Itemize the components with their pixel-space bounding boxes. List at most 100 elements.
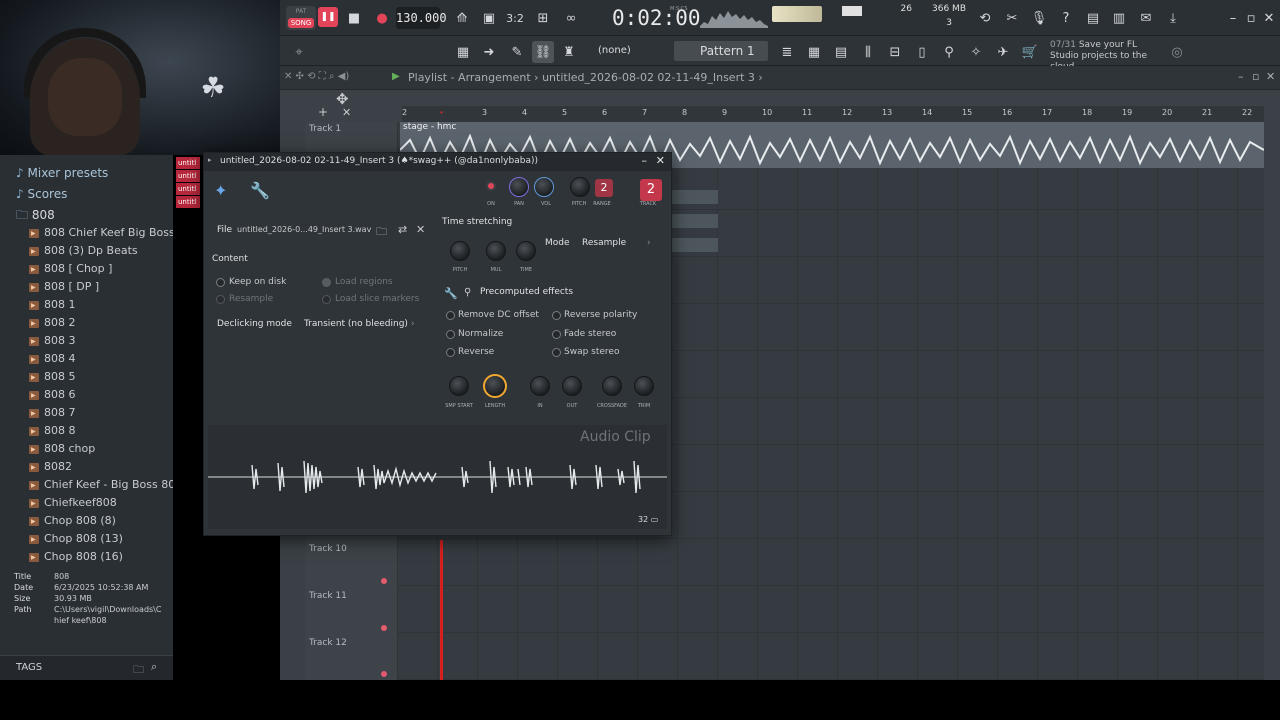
browser-file[interactable]: 808 5 bbox=[0, 368, 173, 386]
piano-roll-icon[interactable]: ▤ bbox=[830, 41, 852, 63]
help-icon[interactable]: ? bbox=[1055, 7, 1077, 29]
track-12-label[interactable]: Track 12 bbox=[309, 638, 347, 648]
cut-icon[interactable]: ✂ bbox=[1001, 7, 1023, 29]
pencil-icon[interactable]: ✎ bbox=[506, 41, 528, 63]
track-1-label[interactable]: Track 1 bbox=[309, 124, 341, 134]
file-name[interactable]: untitled_2026-0...49_Insert 3.wav bbox=[237, 225, 371, 234]
step-edit-icon[interactable]: ⊞ bbox=[532, 7, 554, 29]
swap-stereo-radio[interactable] bbox=[552, 348, 561, 357]
channel-on-button[interactable] bbox=[486, 181, 496, 191]
wait-input-icon[interactable]: ▣ bbox=[478, 7, 500, 29]
tempo-display[interactable]: 130.000 bbox=[396, 7, 447, 29]
out-knob[interactable] bbox=[562, 376, 582, 396]
declicking-select[interactable]: Transient (no bleeding) › bbox=[304, 319, 414, 329]
stop-icon[interactable]: ■ bbox=[343, 7, 365, 29]
fade-stereo-radio[interactable] bbox=[552, 330, 561, 339]
browser-file[interactable]: Chop 808 (13) bbox=[0, 530, 173, 548]
browser-folder-scores[interactable]: ♪ Scores bbox=[16, 184, 67, 204]
browser-file[interactable]: Chief Keef - Big Boss 808 bbox=[0, 476, 173, 494]
zoom-control[interactable]: 32 ▭ bbox=[638, 515, 658, 524]
playlist-icon[interactable]: ≣ bbox=[776, 41, 798, 63]
browser-file[interactable]: 808 1 bbox=[0, 296, 173, 314]
ts-pitch-knob[interactable] bbox=[450, 241, 470, 261]
link-icon[interactable]: ⛓ bbox=[532, 41, 554, 63]
save-icon[interactable]: ▤ bbox=[1082, 7, 1104, 29]
touch-icon[interactable]: ✧ bbox=[965, 41, 987, 63]
reverse-polarity-radio[interactable] bbox=[552, 311, 561, 320]
browser-file[interactable]: 808 4 bbox=[0, 350, 173, 368]
maximize-icon[interactable]: ▫ bbox=[1252, 70, 1259, 83]
channel-rack-icon[interactable]: ▦ bbox=[803, 41, 825, 63]
track-11-label[interactable]: Track 11 bbox=[309, 591, 347, 601]
channel-tab[interactable]: untitl bbox=[176, 183, 200, 195]
channel-tab[interactable]: untitl bbox=[176, 170, 200, 182]
browser-file[interactable]: 808 [ DP ] bbox=[0, 278, 173, 296]
load-regions-radio[interactable] bbox=[322, 278, 331, 287]
remove-file-icon[interactable]: ✕ bbox=[416, 223, 425, 236]
mini-audio-clip[interactable] bbox=[671, 214, 718, 228]
browser-file[interactable]: 808 (3) Dp Beats bbox=[0, 242, 173, 260]
wrench-tab-icon[interactable]: 🔧 bbox=[250, 181, 270, 200]
browser-file[interactable]: 808 6 bbox=[0, 386, 173, 404]
loop-record-icon[interactable]: ∞ bbox=[560, 7, 582, 29]
arrow-right-icon[interactable]: ➜ bbox=[478, 41, 500, 63]
smp-start-knob[interactable] bbox=[449, 376, 469, 396]
download-icon[interactable]: ⤓ bbox=[1162, 7, 1184, 29]
track-12-dot[interactable] bbox=[381, 671, 387, 677]
stamp-icon[interactable]: ♜ bbox=[558, 41, 580, 63]
keep-on-disk-radio[interactable] bbox=[216, 278, 225, 287]
browser-file[interactable]: 808 chop bbox=[0, 440, 173, 458]
pitch-knob[interactable] bbox=[570, 177, 590, 197]
normalize-radio[interactable] bbox=[446, 330, 455, 339]
globe-icon[interactable]: ◎ bbox=[1166, 41, 1188, 63]
in-knob[interactable] bbox=[530, 376, 550, 396]
minimize-icon[interactable]: – bbox=[642, 154, 648, 167]
mixer-icon[interactable]: ⫼ bbox=[857, 41, 879, 63]
mode-select[interactable]: Resample › bbox=[582, 238, 651, 248]
crossfade-knob[interactable] bbox=[602, 376, 622, 396]
volume-knob[interactable] bbox=[534, 177, 554, 197]
close-icon[interactable]: ✕ bbox=[656, 154, 665, 167]
browser-icon[interactable]: ⊟ bbox=[884, 41, 906, 63]
close-icon[interactable]: ✕ bbox=[1266, 70, 1275, 83]
channel-titlebar[interactable]: ▸ untitled_2026-08-02 02-11-49_Insert 3 … bbox=[204, 153, 671, 171]
arrow-icon[interactable]: ▸ bbox=[208, 156, 212, 164]
close-icon[interactable]: ✕ bbox=[1258, 7, 1280, 29]
browser-folder-808[interactable]: 🗀 808 bbox=[16, 205, 55, 225]
window-controls-icon[interactable]: ✕ ✣ ⟲ ⛶ ⌕ ◀) bbox=[284, 71, 349, 82]
length-knob[interactable] bbox=[483, 374, 507, 398]
remove-dc-radio[interactable] bbox=[446, 311, 455, 320]
sample-waveform-tab-icon[interactable]: ✦ bbox=[214, 181, 227, 200]
mixer-track-box[interactable]: 2 bbox=[640, 179, 662, 201]
ts-mul-knob[interactable] bbox=[486, 241, 506, 261]
channel-tab[interactable]: untitl bbox=[176, 157, 200, 169]
browser-file[interactable]: Chop 808 (16) bbox=[0, 548, 173, 566]
track-10-dot[interactable] bbox=[381, 578, 387, 584]
record-icon[interactable]: ● bbox=[371, 7, 393, 29]
pan-knob[interactable] bbox=[509, 177, 529, 197]
browser-file[interactable]: 8082 bbox=[0, 458, 173, 476]
load-slice-markers-radio[interactable] bbox=[322, 295, 331, 304]
cart-icon[interactable]: 🛒 bbox=[1019, 41, 1041, 63]
pin-icon[interactable]: ⌖ bbox=[288, 41, 310, 63]
reverse-radio[interactable] bbox=[446, 348, 455, 357]
snap-select[interactable]: (none) bbox=[598, 42, 658, 60]
pitch-range-box[interactable]: 2 bbox=[595, 179, 613, 197]
minimize-icon[interactable]: – bbox=[1238, 70, 1244, 83]
pat-song-toggle[interactable]: PAT SONG bbox=[286, 6, 316, 30]
browser-file[interactable]: 808 2 bbox=[0, 314, 173, 332]
browser-file[interactable]: 808 7 bbox=[0, 404, 173, 422]
metronome-icon[interactable]: ⟰ bbox=[451, 7, 473, 29]
browser-file[interactable]: Chop 808 (8) bbox=[0, 512, 173, 530]
folder-open-icon[interactable]: 🗀 bbox=[376, 223, 387, 242]
add-track-icon[interactable]: + bbox=[318, 105, 328, 119]
browser-file[interactable]: 808 [ Chop ] bbox=[0, 260, 173, 278]
track-11-dot[interactable] bbox=[381, 625, 387, 631]
plugin-icon[interactable]: ⚲ bbox=[938, 41, 960, 63]
browser-file[interactable]: 808 Chief Keef Big Boss bbox=[0, 224, 173, 242]
track-10-label[interactable]: Track 10 bbox=[309, 544, 347, 554]
browser-file[interactable]: Chiefkeef808 bbox=[0, 494, 173, 512]
channel-tab[interactable]: untitl bbox=[176, 196, 200, 208]
browser-folder-mixer-presets[interactable]: ♪ Mixer presets bbox=[16, 163, 108, 183]
play-icon[interactable]: ▶ bbox=[392, 71, 400, 82]
